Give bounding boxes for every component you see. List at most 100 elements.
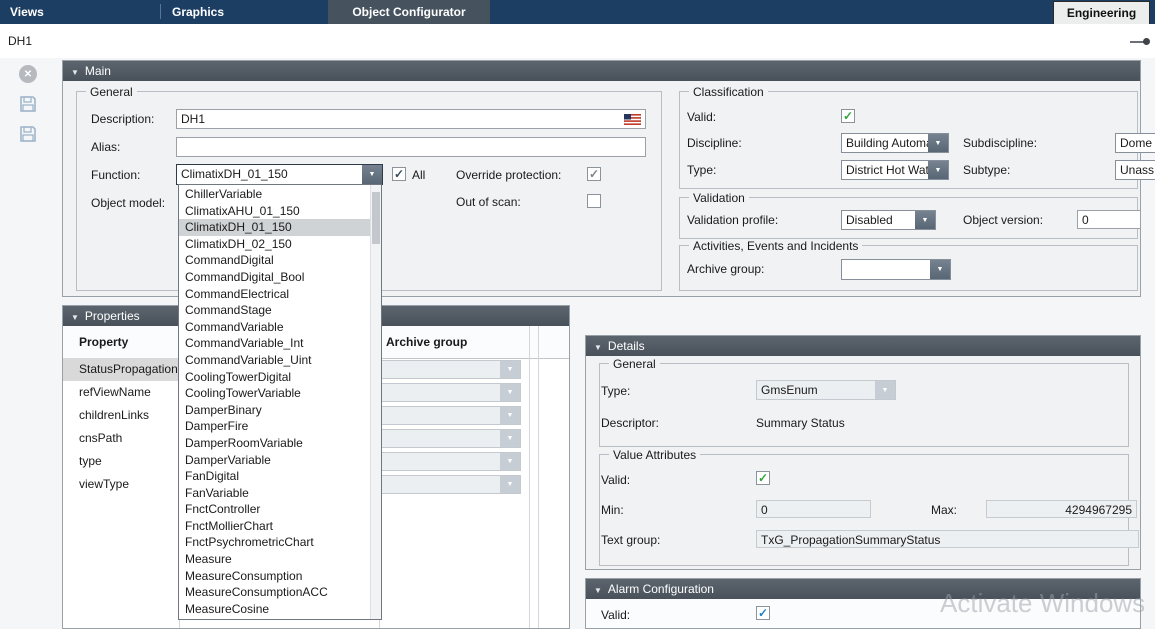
dropdown-option[interactable]: MeasureCosine [179,601,370,618]
details-panel-header[interactable]: Details [586,336,1140,356]
dropdown-option[interactable]: FanVariable [179,485,370,502]
dropdown-option[interactable]: CommandDigital_Bool [179,269,370,286]
row-archive-group-select[interactable] [381,429,521,448]
property-name-cell[interactable]: StatusPropagation. [63,358,179,381]
chevron-down-icon[interactable] [875,381,895,399]
dropdown-options: ChillerVariable ClimatixAHU_01_150 Clima… [179,186,370,617]
property-name-cell[interactable]: viewType [63,473,179,496]
dropdown-option[interactable]: FnctPsychrometricChart [179,534,370,551]
breadcrumb-row: DH1 [0,24,1155,58]
chevron-down-icon[interactable] [915,211,935,229]
alias-input[interactable] [176,137,646,157]
row-archive-group-select[interactable] [381,475,521,494]
dropdown-option[interactable]: FnctMollierChart [179,518,370,535]
details-type-value: GmsEnum [757,381,875,399]
column-header-archive-group[interactable]: Archive group [386,326,467,358]
main-panel-header[interactable]: Main [63,61,1140,81]
dropdown-option[interactable]: FanDigital [179,468,370,485]
validation-profile-select[interactable]: Disabled [841,210,936,230]
chevron-down-icon[interactable] [500,476,520,493]
dropdown-option[interactable]: ClimatixAHU_01_150 [179,203,370,220]
out-of-scan-checkbox[interactable] [587,194,601,208]
classification-valid-checkbox[interactable] [841,109,855,123]
alarm-valid-checkbox[interactable] [756,606,770,620]
dropdown-option[interactable]: MeasureConsumption [179,568,370,585]
property-name-cell[interactable]: cnsPath [63,427,179,450]
override-protection-label: Override protection: [456,168,561,182]
chevron-down-icon[interactable] [500,430,520,447]
nav-views[interactable]: Views [10,5,44,19]
dropdown-option[interactable]: CommandDigital [179,252,370,269]
dropdown-option[interactable]: ChillerVariable [179,186,370,203]
row-archive-group-select[interactable] [381,360,521,379]
description-input[interactable]: DH1 [176,109,646,129]
dropdown-option[interactable]: CommandElectrical [179,286,370,303]
details-type-select[interactable]: GmsEnum [756,380,896,400]
tab-object-configurator[interactable]: Object Configurator [328,0,490,24]
dropdown-option[interactable]: DamperVariable [179,452,370,469]
dropdown-option[interactable]: CommandVariable [179,319,370,336]
subtype-select[interactable]: Unass [1115,160,1155,180]
dropdown-option[interactable]: FnctController [179,501,370,518]
alarm-valid-label: Valid: [601,608,630,622]
row-archive-group-select[interactable] [381,406,521,425]
all-checkbox[interactable] [392,167,406,181]
chevron-down-icon[interactable] [500,453,520,470]
property-name-cell[interactable]: refViewName [63,381,179,404]
property-name-cell[interactable]: childrenLinks [63,404,179,427]
nav-graphics[interactable]: Graphics [172,5,224,19]
dropdown-option[interactable]: Measure [179,551,370,568]
object-configurator-window: Views Graphics Object Configurator Engin… [0,0,1155,629]
dropdown-option[interactable]: CoolingTowerVariable [179,385,370,402]
scrollbar-thumb[interactable] [372,192,380,244]
language-flag-icon[interactable] [624,114,641,125]
function-select[interactable]: ClimatixDH_01_150 [176,164,383,185]
tab-engineering[interactable]: Engineering [1053,1,1150,24]
descriptor-value: Summary Status [756,416,845,430]
save-all-button[interactable] [19,125,37,146]
property-name-cell[interactable]: type [63,450,179,473]
description-value: DH1 [181,112,205,126]
function-dropdown-list: ChillerVariable ClimatixAHU_01_150 Clima… [178,184,382,620]
details-valid-checkbox[interactable] [756,471,770,485]
column-header-property[interactable]: Property [79,326,128,358]
type-select[interactable]: District Hot Water [841,160,949,180]
save-button[interactable] [19,95,37,116]
subdiscipline-select[interactable]: Dome [1115,133,1155,153]
alarm-panel-header[interactable]: Alarm Configuration [586,579,1140,599]
min-input[interactable]: 0 [756,500,871,518]
splitter-handle-icon[interactable] [1130,41,1146,43]
chevron-down-icon[interactable] [930,260,950,279]
dropdown-option[interactable]: CommandStage [179,302,370,319]
object-version-input[interactable]: 0 [1077,210,1141,229]
collapse-caret-icon [71,64,79,78]
text-group-input[interactable]: TxG_PropagationSummaryStatus [756,530,1139,548]
dropdown-option[interactable]: CoolingTowerDigital [179,369,370,386]
dropdown-option[interactable]: MeasureConsumptionACC [179,584,370,601]
dropdown-option[interactable]: CommandVariable_Uint [179,352,370,369]
row-archive-group-select[interactable] [381,452,521,471]
dropdown-scrollbar[interactable] [370,185,381,619]
chevron-down-icon[interactable] [500,361,520,378]
chevron-down-icon[interactable] [362,165,382,184]
object-version-label: Object version: [963,213,1043,227]
max-input[interactable]: 4294967295 [986,500,1137,518]
descriptor-label: Descriptor: [601,416,659,430]
chevron-down-icon[interactable] [500,407,520,424]
archive-group-select[interactable] [841,259,951,280]
alarm-configuration-panel: Alarm Configuration Valid: [585,578,1141,629]
chevron-down-icon[interactable] [928,161,948,179]
discard-button[interactable] [19,65,37,83]
dropdown-option[interactable]: DamperBinary [179,402,370,419]
dropdown-option[interactable]: ClimatixDH_02_150 [179,236,370,253]
chevron-down-icon[interactable] [500,384,520,401]
dropdown-option[interactable]: CommandVariable_Int [179,335,370,352]
discipline-select[interactable]: Building Automation [841,133,949,153]
dropdown-option[interactable]: DamperRoomVariable [179,435,370,452]
row-archive-group-select[interactable] [381,383,521,402]
dropdown-option[interactable]: ClimatixDH_01_150 [179,219,370,236]
dropdown-option[interactable]: DamperFire [179,418,370,435]
override-protection-checkbox[interactable] [587,167,601,181]
activities-group-legend: Activities, Events and Incidents [689,239,862,253]
chevron-down-icon[interactable] [928,134,948,152]
